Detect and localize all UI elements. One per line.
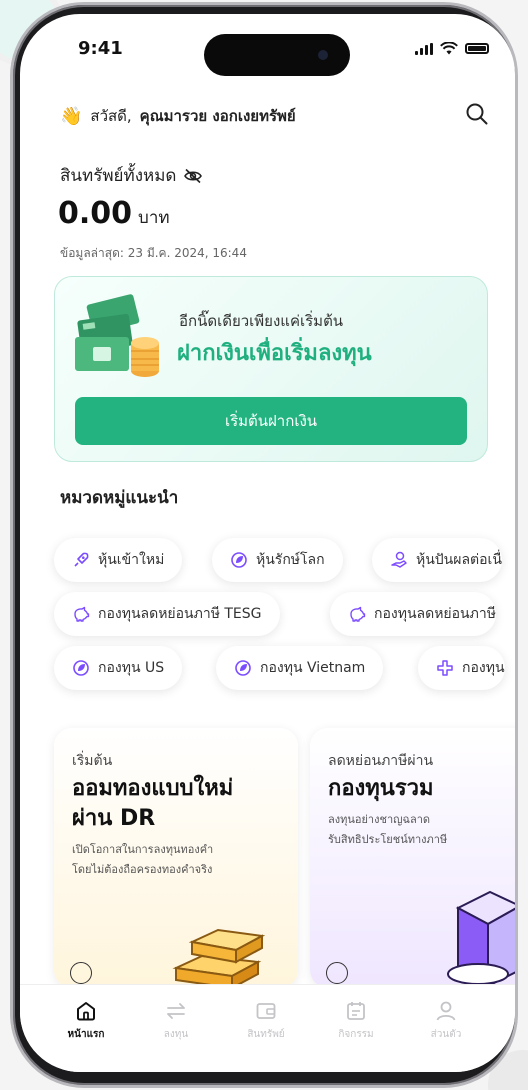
category-chip[interactable]: กองทุน US (54, 646, 183, 690)
eye-off-icon[interactable] (184, 168, 203, 184)
wifi-icon (440, 42, 458, 55)
app-screen: 9:41 👋 สวัสดี, คุณมารวย งอกเงยทรัพย์ สิน… (20, 14, 515, 1072)
greeting-text: สวัสดี, (90, 107, 132, 125)
start-deposit-button[interactable]: เริ่มต้นฝากเงิน (75, 397, 467, 445)
battery-icon (465, 43, 489, 54)
card-description-line: โดยไม่ต้องถือครองทองคำจริง (72, 863, 213, 876)
promo-title: ฝากเงินเพื่อเริ่มลงทุน (177, 341, 372, 366)
device-stage: 9:41 👋 สวัสดี, คุณมารวย งอกเงยทรัพย์ สิน… (0, 0, 528, 1090)
category-chip[interactable]: กองทุน Vietnam (216, 646, 384, 690)
card-kicker: เริ่มต้น (72, 753, 113, 769)
card-description: ลงทุนอย่างชาญฉลาด รับสิทธิประโยชน์ทางภาษ… (328, 810, 447, 850)
swap-icon (167, 1003, 185, 1019)
category-chip-label: หุ้นรักษ์โลก (256, 552, 325, 568)
leaf-icon (235, 660, 251, 676)
card-title-line: ผ่าน DR (72, 806, 156, 831)
tab-label: หน้าแรก (67, 1029, 105, 1040)
card-description-line: เปิดโอกาสในการลงทุนทองคำ (72, 843, 214, 856)
tab-activities[interactable]: กิจกรรม (316, 999, 396, 1042)
home-icon (77, 1002, 95, 1021)
category-chip[interactable]: หุ้นเข้าใหม่ (54, 538, 183, 582)
coins-icon (391, 551, 407, 568)
category-chip[interactable]: กองทุนลดหย่อนภาษี (330, 592, 496, 636)
camera-icon (318, 50, 328, 60)
user-icon (436, 1001, 456, 1021)
plus-cross-icon (437, 660, 453, 676)
rocket-icon (74, 552, 89, 567)
tab-invest[interactable]: ลงทุน (136, 999, 216, 1042)
gold-bar-illustration (172, 928, 266, 988)
assets-label-text: สินทรัพย์ทั้งหมด (60, 166, 177, 186)
tab-label: กิจกรรม (338, 1029, 374, 1040)
tab-assets[interactable]: สินทรัพย์ (226, 999, 306, 1042)
calendar-icon (347, 1002, 365, 1020)
total-balance: 0.00 บาท (58, 196, 170, 231)
category-chip[interactable]: กองทุน (418, 646, 505, 690)
card-title-line: กองทุนรวม (328, 776, 434, 801)
waving-hand-icon: 👋 (60, 105, 83, 127)
leaf-icon (73, 660, 89, 676)
tab-profile[interactable]: ส่วนตัว (406, 999, 486, 1042)
category-chip[interactable]: หุ้นรักษ์โลก (212, 538, 343, 582)
card-title: ออมทองแบบใหม่ ผ่าน DR (72, 774, 233, 834)
arrow-circle-icon[interactable] (70, 962, 92, 984)
assets-label: สินทรัพย์ทั้งหมด (60, 162, 203, 189)
bottom-tab-bar: หน้าแรก ลงทุน สินทรัพย์ กิจกรรม ส่วนตัว (20, 984, 515, 1072)
category-chip[interactable]: หุ้นปันผลต่อเนื่ (372, 538, 502, 582)
status-icons (415, 42, 489, 55)
category-chip-label: หุ้นปันผลต่อเนื่ (416, 552, 502, 568)
category-chip-label: กองทุนลดหย่อนภาษี TESG (98, 606, 262, 622)
document-illustration (447, 890, 515, 988)
card-description-line: ลงทุนอย่างชาญฉลาด (328, 813, 431, 826)
card-kicker: ลดหย่อนภาษีผ่าน (328, 753, 434, 769)
gold-dr-card[interactable]: เริ่มต้น ออมทองแบบใหม่ ผ่าน DR เปิดโอกาส… (54, 728, 298, 988)
tab-home[interactable]: หน้าแรก (46, 999, 126, 1042)
deposit-promo-card: อีกนิ๊ดเดียวเพียงแค่เริ่มต้น ฝากเงินเพื่… (54, 276, 488, 462)
dynamic-island (204, 34, 350, 76)
category-chip-label: หุ้นเข้าใหม่ (98, 552, 165, 568)
user-name: คุณมารวย งอกเงยทรัพย์ (139, 107, 296, 125)
category-chip[interactable]: กองทุนลดหย่อนภาษี TESG (54, 592, 280, 636)
money-stack-illustration (75, 294, 159, 377)
piggy-bank-icon (350, 606, 366, 622)
leaf-icon (231, 552, 247, 568)
tab-label: ส่วนตัว (430, 1029, 462, 1040)
greeting: 👋 สวัสดี, คุณมารวย งอกเงยทรัพย์ (60, 104, 296, 128)
tax-fund-card[interactable]: ลดหย่อนภาษีผ่าน กองทุนรวม ลงทุนอย่างชาญฉ… (310, 728, 515, 988)
balance-currency: บาท (138, 208, 170, 228)
last-updated: ข้อมูลล่าสุด: 23 มี.ค. 2024, 16:44 (60, 246, 247, 260)
signal-icon (415, 42, 433, 55)
category-chip-label: กองทุน Vietnam (260, 660, 366, 676)
tab-label: ลงทุน (163, 1029, 189, 1040)
card-description: เปิดโอกาสในการลงทุนทองคำ โดยไม่ต้องถือคร… (72, 840, 213, 880)
card-description-line: รับสิทธิประโยชน์ทางภาษี (328, 833, 448, 846)
category-chip-label: กองทุน US (98, 660, 165, 676)
status-time: 9:41 (78, 38, 123, 59)
balance-amount: 0.00 (58, 196, 133, 231)
card-title-line: ออมทองแบบใหม่ (72, 776, 234, 801)
recommended-categories-title: หมวดหมู่แนะนำ (60, 488, 179, 508)
piggy-bank-icon (74, 606, 90, 622)
tab-label: สินทรัพย์ (247, 1029, 285, 1040)
promo-subtitle: อีกนิ๊ดเดียวเพียงแค่เริ่มต้น (179, 312, 344, 330)
category-chip-label: กองทุนลดหย่อนภาษี (374, 606, 496, 622)
wallet-icon (256, 1003, 276, 1019)
category-chip-label: กองทุน (462, 660, 505, 676)
search-icon[interactable] (465, 102, 489, 126)
arrow-circle-icon[interactable] (326, 962, 348, 984)
card-title: กองทุนรวม (328, 774, 434, 804)
